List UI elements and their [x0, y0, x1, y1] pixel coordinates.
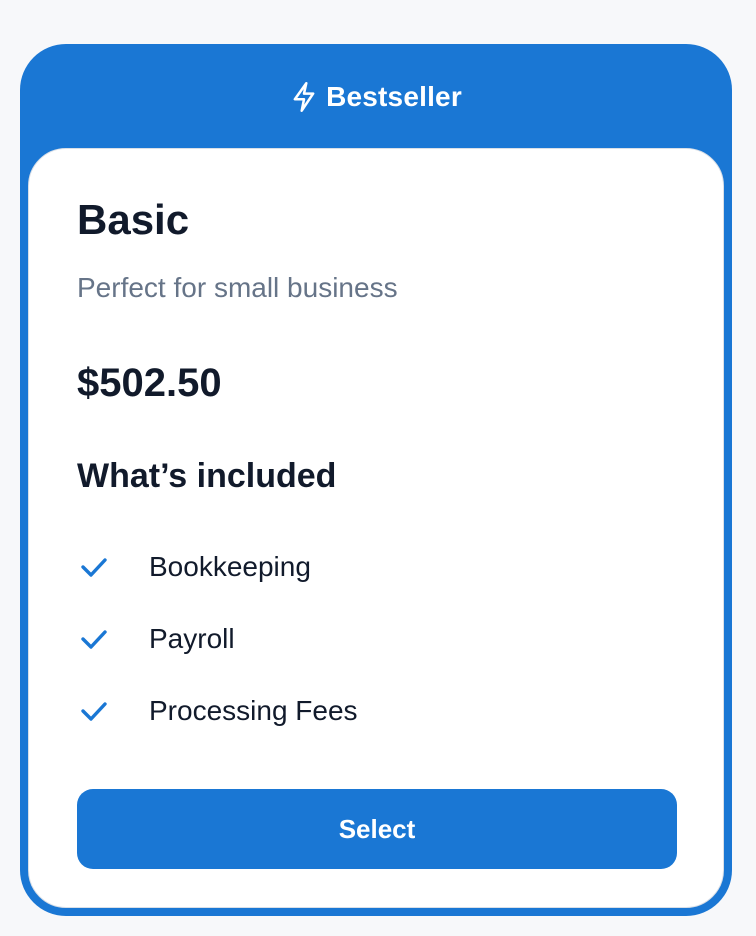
pricing-card-frame: Bestseller Basic Perfect for small busin…: [20, 44, 732, 916]
select-button[interactable]: Select: [77, 789, 677, 869]
bestseller-badge: Bestseller: [20, 44, 732, 150]
feature-item: Bookkeeping: [77, 531, 637, 603]
badge-label: Bestseller: [326, 81, 462, 112]
feature-list: Bookkeeping Payroll Processing Fees: [77, 531, 637, 747]
plan-name: Basic: [77, 196, 190, 243]
features-heading: What’s included: [77, 457, 337, 495]
feature-label: Processing Fees: [149, 695, 358, 726]
feature-item: Payroll: [77, 603, 637, 675]
feature-label: Bookkeeping: [149, 551, 311, 582]
pricing-card: Basic Perfect for small business $502.50…: [28, 148, 724, 908]
check-icon: [77, 699, 123, 723]
lightning-bolt-icon: [290, 81, 318, 113]
plan-price: $502.50: [77, 361, 222, 405]
feature-item: Processing Fees: [77, 675, 637, 747]
check-icon: [77, 627, 123, 651]
check-icon: [77, 555, 123, 579]
plan-description: Perfect for small business: [77, 272, 398, 303]
feature-label: Payroll: [149, 623, 235, 654]
